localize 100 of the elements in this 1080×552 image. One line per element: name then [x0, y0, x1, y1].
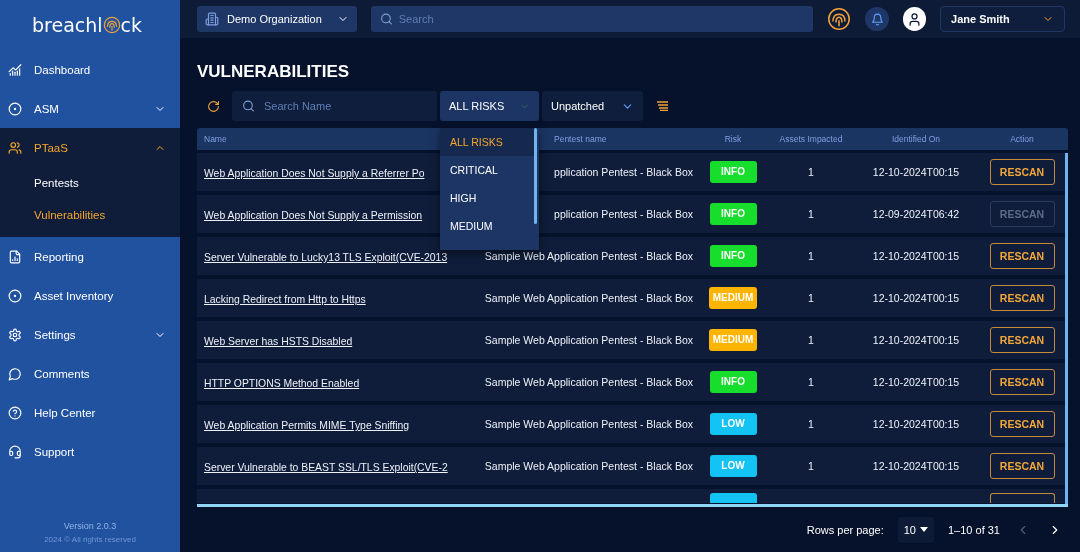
table-cell: 1: [808, 208, 814, 220]
nav-item[interactable]: ASM: [0, 89, 180, 128]
table-cell: Sample Web Application Pentest - Black Box: [484, 376, 693, 388]
nav-subitem[interactable]: Vulnerabilities: [0, 199, 180, 231]
table-cell: pplication Pentest - Black Box: [554, 166, 693, 178]
sort-icon: [655, 101, 669, 111]
table-cell: Sample Web Application Pentest - Black Box: [484, 334, 693, 346]
menu-item[interactable]: MEDIUM: [440, 212, 534, 240]
rescan-button[interactable]: RESCAN: [989, 453, 1055, 479]
vulnerability-link[interactable]: Web Application Does Not Supply a Referrer Po: [204, 168, 425, 179]
nav-item[interactable]: Settings: [0, 315, 180, 354]
fingerprint-icon: [102, 16, 121, 34]
avatar-icon[interactable]: [902, 7, 927, 31]
nav-item[interactable]: Reporting: [0, 237, 180, 276]
vulnerability-link[interactable]: Web Application Permits MIME Type Sniffing: [204, 420, 410, 431]
risk-badge: MEDIUM: [708, 287, 758, 309]
chat-icon: [8, 366, 22, 381]
column-header: Name: [204, 134, 227, 144]
table-cell: 1: [808, 250, 814, 262]
target-icon: [8, 101, 22, 116]
nav-item[interactable]: Comments: [0, 354, 180, 393]
vulnerability-link[interactable]: HTTP OPTIONS Method Enabled: [204, 378, 360, 389]
risk-select[interactable]: ALL RISKS: [440, 91, 539, 121]
table-cell: 12-10-2024T00:15: [872, 166, 960, 178]
help-icon: [8, 405, 22, 420]
table-cell: Sample Web Application Pentest - Black Box: [484, 418, 693, 430]
search-field[interactable]: Search Name: [232, 91, 437, 121]
menu-item[interactable]: CRITICAL: [440, 156, 534, 184]
version-text: Version 2.0.3: [63, 521, 117, 531]
copyright-text: 2024 © All rights reserved: [44, 535, 136, 544]
table-cell: 1: [808, 292, 814, 304]
nav-item[interactable]: Dashboard: [0, 50, 180, 89]
organization-selector[interactable]: Demo Organization: [197, 6, 357, 32]
nav-item[interactable]: Asset Inventory: [0, 276, 180, 315]
table-cell: 12-10-2024T00:15: [872, 460, 960, 472]
risk-badge: INFO: [709, 245, 757, 267]
building-icon: [205, 12, 219, 26]
vulnerability-link[interactable]: Web Server has HSTS Disabled: [204, 336, 353, 347]
menu-item[interactable]: ALL RISKS: [440, 128, 534, 156]
table-cell: 12-10-2024T00:15: [872, 376, 960, 388]
user-menu[interactable]: Jane Smith: [940, 6, 1065, 32]
nav-item[interactable]: Support: [0, 432, 180, 471]
nav-item[interactable]: Help Center: [0, 393, 180, 432]
table-cell: 12-09-2024T06:42: [872, 208, 960, 220]
rescan-button[interactable]: RESCAN: [989, 327, 1055, 353]
table-cell: 1: [808, 376, 814, 388]
fingerprint-icon: [827, 6, 852, 32]
rescan-button[interactable]: RESCAN: [989, 285, 1055, 311]
column-header: Action: [1010, 134, 1034, 144]
report-icon: [8, 249, 22, 264]
page-range: 1–10 of 31: [948, 523, 1000, 536]
column-header: Pentest name: [554, 134, 607, 144]
rescan-button[interactable]: RESCAN: [989, 159, 1055, 185]
table-cell: 1: [808, 334, 814, 346]
logo-text: ck: [120, 14, 142, 36]
risk-badge: INFO: [709, 371, 757, 393]
table-cell: 12-10-2024T00:15: [872, 250, 960, 262]
rows-per-page-label: Rows per page:: [806, 523, 884, 536]
settings-icon: [8, 327, 22, 342]
headset-icon: [8, 444, 22, 459]
rescan-button[interactable]: RESCAN: [989, 243, 1055, 269]
search-field[interactable]: Search: [370, 6, 814, 32]
nav-item[interactable]: PTaaS: [0, 128, 180, 167]
table-cell: 12-10-2024T00:15: [872, 292, 960, 304]
column-header: Assets Impacted: [779, 134, 843, 144]
column-header: Risk: [724, 134, 742, 144]
risk-badge: LOW: [709, 413, 757, 435]
column-header: Identified On: [891, 134, 941, 144]
rescan-button[interactable]: RESCAN: [989, 411, 1055, 437]
rescan-button[interactable]: RESCAN: [989, 369, 1055, 395]
vulnerability-link[interactable]: Server Vulnerable to Lucky13 TLS Exploit(CVE-2013: [204, 252, 448, 263]
table-cell: Sample Web Application Pentest - Black Box: [484, 250, 693, 262]
menu-item[interactable]: HIGH: [440, 184, 534, 212]
vulnerability-link[interactable]: Server Vulnerable to BEAST SSL/TLS Exploit(CVE-2: [204, 462, 448, 473]
caret-icon: [920, 527, 928, 532]
risk-badge: INFO: [709, 161, 757, 183]
search-icon: [379, 12, 393, 26]
notification-button[interactable]: [865, 7, 889, 31]
search-icon: [242, 99, 255, 113]
bell-icon: [870, 12, 884, 26]
table-cell: 1: [808, 166, 814, 178]
rows-per-page-select[interactable]: 10: [897, 516, 934, 543]
chart-icon: [8, 62, 22, 77]
table-cell: pplication Pentest - Black Box: [554, 208, 693, 220]
refresh-icon: [206, 99, 220, 113]
vulnerability-link[interactable]: Lacking Redirect from Http to Https: [204, 294, 366, 305]
table-cell: Sample Web Application Pentest - Black Box: [484, 292, 693, 304]
page-title: VULNERABILITIES: [197, 62, 351, 82]
logo-text: breachl: [32, 14, 103, 36]
status-select[interactable]: Unpatched: [542, 91, 643, 121]
table-cell: 12-10-2024T00:15: [872, 334, 960, 346]
risk-badge: MEDIUM: [708, 329, 758, 351]
nav-subitem[interactable]: Pentests: [0, 167, 180, 199]
table-cell: Sample Web Application Pentest - Black Box: [484, 460, 693, 472]
rescan-button[interactable]: [989, 493, 1055, 503]
table-cell: 1: [808, 460, 814, 472]
table-cell: 12-10-2024T00:15: [872, 418, 960, 430]
people-icon: [8, 140, 22, 155]
table-cell: 1: [808, 418, 814, 430]
target-icon: [8, 288, 22, 303]
